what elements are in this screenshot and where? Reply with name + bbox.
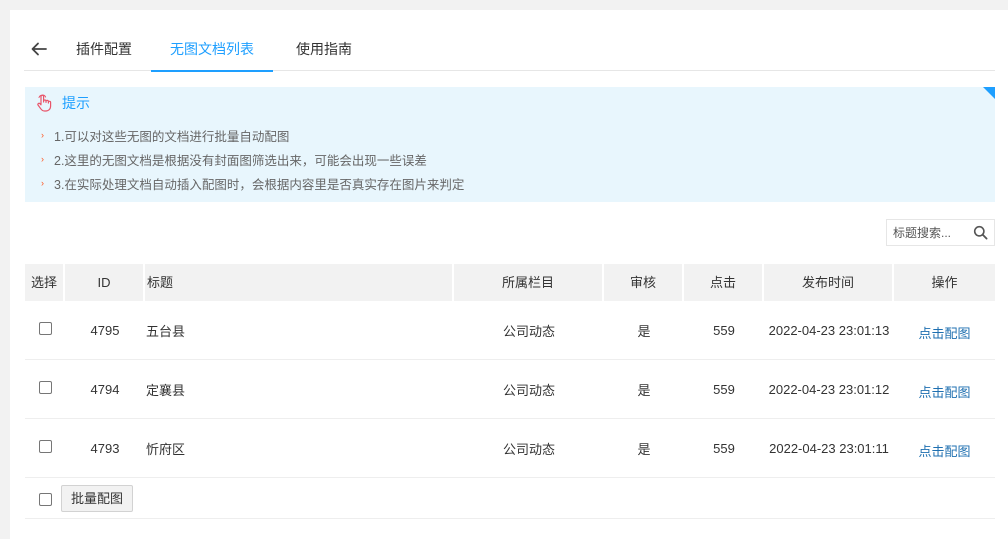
batch-image-button[interactable]: 批量配图 <box>61 484 134 512</box>
auto-image-link[interactable]: 点击配图 <box>918 326 970 341</box>
table-row: 4793 忻府区 公司动态 是 559 2022-04-23 23:01:11 … <box>25 419 995 478</box>
tip-title: 提示 <box>62 95 90 111</box>
tip-item: › 2.这里的无图文档是根据没有封面图筛选出来，可能会出现一些误差 <box>41 153 427 168</box>
row-checkbox[interactable] <box>38 439 52 453</box>
search-icon <box>973 225 987 240</box>
header-time: 发布时间 <box>764 264 894 301</box>
cell-id: 4794 <box>90 381 120 397</box>
table-footer: 批量配图 <box>25 478 995 519</box>
header-op: 操作 <box>894 264 995 301</box>
auto-image-link[interactable]: 点击配图 <box>918 444 970 459</box>
table-header: 选择 ID 标题 所属栏目 审核 点击 发布时间 操作 <box>25 264 995 301</box>
document-table: 选择 ID 标题 所属栏目 审核 点击 发布时间 操作 4795 五台县 公司动… <box>25 264 995 519</box>
cell-audit: 是 <box>637 441 651 457</box>
cell-audit: 是 <box>637 382 651 398</box>
bullet-icon: › <box>41 130 44 140</box>
tab-plugin-config[interactable]: 插件配置 <box>68 28 140 71</box>
search-button[interactable] <box>967 220 993 245</box>
cell-column: 公司动态 <box>502 323 555 339</box>
table-row: 4795 五台县 公司动态 是 559 2022-04-23 23:01:13 … <box>25 301 995 360</box>
header-column: 所属栏目 <box>454 264 604 301</box>
main-panel: 插件配置 无图文档列表 使用指南 提示 › 1.可以对这些无图的文档进行批量自动配… <box>10 10 1008 539</box>
cell-column: 公司动态 <box>502 382 555 398</box>
cell-time: 2022-04-23 23:01:13 <box>768 322 890 338</box>
header-title: 标题 <box>145 264 454 301</box>
cell-column: 公司动态 <box>502 441 555 457</box>
cell-title: 忻府区 <box>146 441 186 457</box>
header-id: ID <box>65 264 145 301</box>
search-box <box>886 219 995 246</box>
tab-usage-guide[interactable]: 使用指南 <box>288 28 360 71</box>
select-all-checkbox[interactable] <box>38 493 52 506</box>
header-clicks: 点击 <box>684 264 764 301</box>
cell-clicks: 559 <box>713 322 735 338</box>
hand-pointer-icon <box>37 94 52 112</box>
cell-time: 2022-04-23 23:01:12 <box>768 381 890 397</box>
cell-id: 4793 <box>90 440 120 456</box>
cell-clicks: 559 <box>713 381 735 397</box>
header-select: 选择 <box>25 264 65 301</box>
header-audit: 审核 <box>604 264 684 301</box>
bullet-icon: › <box>41 178 44 188</box>
auto-image-link[interactable]: 点击配图 <box>918 385 970 400</box>
tip-item: › 3.在实际处理文档自动插入配图时，会根据内容里是否真实存在图片来判定 <box>41 177 465 192</box>
table-row: 4794 定襄县 公司动态 是 559 2022-04-23 23:01:12 … <box>25 360 995 419</box>
tab-bar: 插件配置 无图文档列表 使用指南 <box>24 28 995 72</box>
cell-id: 4795 <box>90 322 120 338</box>
cell-audit: 是 <box>637 323 651 339</box>
cell-title: 定襄县 <box>146 382 186 398</box>
back-button[interactable] <box>28 38 50 60</box>
tip-box: 提示 › 1.可以对这些无图的文档进行批量自动配图 › 2.这里的无图文档是根据没有… <box>25 87 995 202</box>
bullet-icon: › <box>41 154 44 164</box>
arrow-left-icon <box>31 42 47 56</box>
cell-time: 2022-04-23 23:01:11 <box>769 440 889 456</box>
cell-clicks: 559 <box>713 440 735 456</box>
row-checkbox[interactable] <box>38 321 52 335</box>
cell-title: 五台县 <box>146 323 186 339</box>
tip-corner-mark <box>983 87 995 99</box>
row-checkbox[interactable] <box>38 380 52 394</box>
tip-item: › 1.可以对这些无图的文档进行批量自动配图 <box>41 129 290 144</box>
tip-list: › 1.可以对这些无图的文档进行批量自动配图 › 2.这里的无图文档是根据没有封面图… <box>41 123 464 195</box>
tab-no-image-list[interactable]: 无图文档列表 <box>151 28 273 72</box>
search-input[interactable] <box>887 220 967 245</box>
